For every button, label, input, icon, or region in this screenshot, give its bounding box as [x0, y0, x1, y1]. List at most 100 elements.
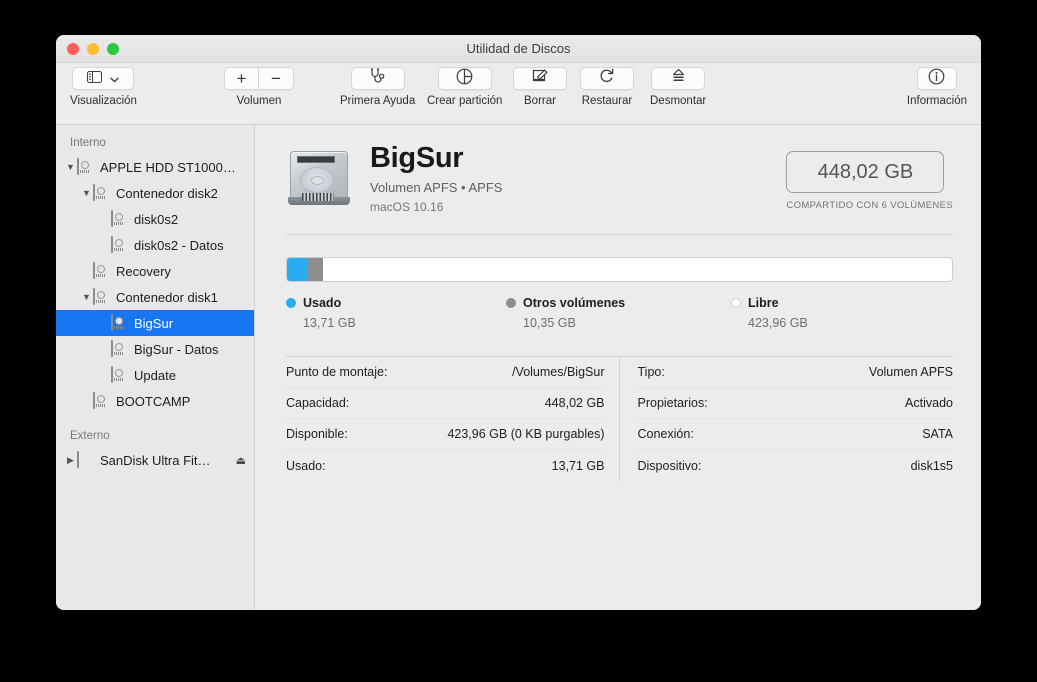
table-row: Capacidad: 448,02 GB [286, 388, 605, 420]
usage-legend: Usado 13,71 GB Otros volúmenes 10,35 GB [286, 296, 953, 330]
legend-item-other: Otros volúmenes 10,35 GB [506, 296, 731, 330]
legend-label: Usado [303, 296, 342, 311]
disclosure-triangle-icon[interactable]: ▶ [64, 455, 77, 465]
capacity-badge-block: 448,02 GB COMPARTIDO CON 6 VOLÚMENES [786, 151, 953, 211]
sidebar-item-label: disk0s2 [134, 211, 179, 227]
unmount-group: Desmontar [650, 67, 706, 107]
volume-subtitle: Volumen APFS • APFS [370, 180, 503, 196]
sidebar-item-bigsur-datos[interactable]: BigSur - Datos [56, 336, 254, 362]
sidebar-item-label: BOOTCAMP [116, 393, 191, 409]
sidebar-item-bootcamp[interactable]: BOOTCAMP [56, 388, 254, 414]
detail-pane: BigSur Volumen APFS • APFS macOS 10.16 4… [255, 125, 981, 610]
detail-value: Volumen APFS [868, 365, 953, 380]
sidebar-group-internal-title: Interno [70, 137, 106, 149]
erase-icon [532, 68, 549, 89]
sidebar-item-label: Recovery [116, 263, 171, 279]
hard-drive-icon [93, 262, 110, 279]
hard-drive-icon [93, 288, 110, 305]
detail-label: Disponible: [286, 427, 348, 442]
usage-chart: Usado 13,71 GB Otros volúmenes 10,35 GB [286, 257, 953, 330]
erase-button[interactable] [513, 67, 567, 90]
unmount-label: Desmontar [650, 95, 707, 107]
stethoscope-icon [369, 68, 386, 89]
view-control-group: Visualización [70, 67, 137, 107]
detail-value: SATA [922, 427, 953, 442]
sidebar-item-contenedor-disk2[interactable]: ▼ Contenedor disk2 [56, 180, 254, 206]
view-label: Visualización [70, 95, 137, 107]
table-row: Propietarios: Activado [637, 388, 953, 420]
legend-item-used: Usado 13,71 GB [286, 296, 506, 330]
sidebar-layout-icon [87, 70, 103, 88]
detail-value: 13,71 GB [551, 458, 605, 473]
sidebar-item-label: Contenedor disk2 [116, 185, 218, 201]
first-aid-button[interactable] [350, 67, 405, 90]
sidebar-item-disk0s2-datos[interactable]: disk0s2 - Datos [56, 232, 254, 258]
sidebar-item-recovery[interactable]: Recovery [56, 258, 254, 284]
disclosure-triangle-icon[interactable]: ▼ [80, 188, 93, 198]
pie-chart-icon [456, 68, 473, 90]
remove-volume-button[interactable]: − [259, 67, 294, 90]
disclosure-triangle-icon[interactable]: ▼ [64, 162, 77, 172]
chevron-down-icon [110, 70, 120, 88]
detail-value: Activado [905, 396, 953, 411]
sidebar-item-update[interactable]: Update [56, 362, 254, 388]
detail-value: disk1s5 [910, 458, 953, 473]
table-row: Conexión: SATA [637, 419, 953, 451]
sidebar-item-sandisk[interactable]: ▶ SanDisk Ultra Fit… ⏏ [56, 447, 254, 473]
hard-drive-icon [93, 392, 110, 409]
legend-dot-other [506, 298, 516, 309]
disclosure-triangle-icon[interactable]: ▼ [80, 292, 93, 302]
table-row: Disponible: 423,96 GB (0 KB purgables) [286, 419, 605, 451]
first-aid-group: Primera Ayuda [340, 67, 415, 107]
sidebar-item-label: BigSur - Datos [134, 341, 219, 357]
legend-item-free: Libre 423,96 GB [731, 296, 808, 330]
legend-value: 10,35 GB [523, 316, 576, 331]
hard-drive-icon [111, 366, 128, 383]
disk-utility-window: Utilidad de Discos Visualización + − Vol… [56, 35, 981, 610]
hard-drive-icon [93, 184, 110, 201]
legend-value: 13,71 GB [303, 316, 356, 331]
sidebar-item-label: APPLE HDD ST1000… [100, 159, 236, 175]
detail-label: Punto de montaje: [286, 365, 388, 380]
title-bar: Utilidad de Discos [56, 35, 981, 63]
details-column-right: Tipo: Volumen APFS Propietarios: Activad… [620, 357, 953, 481]
volume-header: BigSur Volumen APFS • APFS macOS 10.16 4… [286, 143, 953, 214]
legend-label: Otros volúmenes [523, 296, 626, 311]
info-icon [928, 68, 945, 90]
first-aid-label: Primera Ayuda [340, 95, 416, 107]
add-volume-button[interactable]: + [224, 67, 259, 90]
unmount-button[interactable] [651, 67, 706, 90]
partition-label: Crear partición [427, 95, 503, 107]
sidebar-item-disk0s2[interactable]: disk0s2 [56, 206, 254, 232]
table-row: Usado: 13,71 GB [286, 450, 605, 481]
restore-group: Restaurar [580, 67, 634, 107]
volume-control-group: + − Volumen [224, 67, 294, 107]
detail-value: 448,02 GB [544, 396, 605, 411]
eject-icon[interactable]: ⏏ [236, 454, 246, 467]
hard-drive-icon [111, 236, 128, 253]
eject-icon [671, 68, 686, 89]
sidebar-item-bigsur[interactable]: BigSur [56, 310, 254, 336]
detail-value: /Volumes/BigSur [512, 365, 605, 380]
info-button[interactable] [916, 67, 957, 90]
legend-value: 423,96 GB [748, 316, 808, 331]
restore-icon [599, 68, 615, 89]
sidebar-item-label: SanDisk Ultra Fit… [100, 452, 211, 468]
sidebar-item-apple-hdd[interactable]: ▼ APPLE HDD ST1000… [56, 154, 254, 180]
usage-segment-used [287, 258, 308, 282]
view-options-button[interactable] [72, 67, 135, 90]
external-drive-icon [77, 451, 94, 468]
sidebar-item-label: Contenedor disk1 [116, 289, 218, 305]
usage-segment-other [307, 258, 323, 282]
restore-button[interactable] [580, 67, 634, 90]
window-body: Interno ▼ APPLE HDD ST1000… ▼ Contenedor… [56, 125, 981, 610]
detail-label: Tipo: [637, 365, 665, 380]
detail-label: Usado: [286, 458, 326, 473]
header-divider [286, 234, 953, 236]
sidebar-item-contenedor-disk1[interactable]: ▼ Contenedor disk1 [56, 284, 254, 310]
legend-label: Libre [748, 296, 779, 311]
restore-label: Restaurar [581, 95, 633, 107]
hard-drive-icon [77, 158, 94, 175]
partition-button[interactable] [437, 67, 492, 90]
erase-group: Borrar [513, 67, 567, 107]
